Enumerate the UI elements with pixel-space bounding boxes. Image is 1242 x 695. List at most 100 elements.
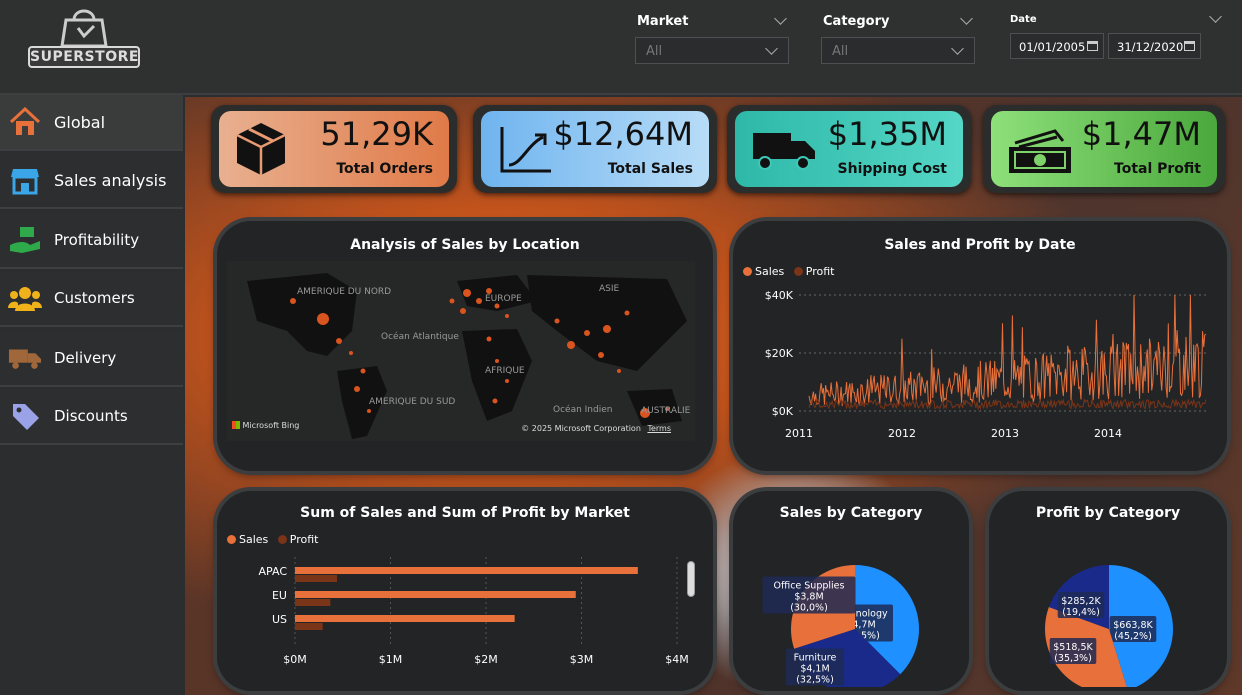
legend-dot-profit bbox=[277, 535, 287, 544]
legend-profit: Profit bbox=[289, 533, 319, 546]
data-label: $4,1M bbox=[800, 664, 829, 675]
end-date-input[interactable]: 31/12/2020 bbox=[1108, 33, 1201, 59]
sidebar-item-label: Global bbox=[54, 112, 106, 132]
profit-bar bbox=[295, 623, 323, 630]
category-label: US bbox=[272, 613, 287, 626]
sales-profit-date-card: Sales and Profit by Date Sales Profit $0… bbox=[733, 221, 1227, 471]
logo-text: SUPERSTORE bbox=[28, 46, 140, 68]
cash-icon bbox=[1007, 127, 1073, 179]
kpi-total-orders: 51,29K Total Orders bbox=[211, 105, 457, 193]
start-date-input[interactable]: 01/01/2005 bbox=[1010, 33, 1104, 59]
market-select[interactable]: All bbox=[635, 37, 789, 64]
truck-icon bbox=[753, 131, 817, 175]
trend-icon bbox=[499, 125, 553, 179]
legend-dot-sales bbox=[743, 267, 752, 276]
x-tick-label: $3M bbox=[570, 653, 594, 666]
calendar-icon[interactable] bbox=[1087, 41, 1098, 51]
card-title: Sales by Category bbox=[779, 505, 923, 521]
kpi-total-profit: $1,47M Total Profit bbox=[983, 105, 1225, 193]
x-tick-label: 2013 bbox=[991, 427, 1019, 440]
map-label: Océan Atlantique bbox=[381, 331, 459, 342]
x-tick-label: 2014 bbox=[1094, 427, 1122, 440]
legend-sales: Sales bbox=[755, 265, 785, 278]
sales-line bbox=[808, 294, 1207, 406]
superstore-logo: SUPERSTORE bbox=[28, 8, 140, 80]
kpi-value: $1,35M bbox=[827, 115, 947, 153]
chevron-down-icon bbox=[765, 42, 778, 55]
sidebar-item-profitability[interactable]: Profitability bbox=[0, 213, 183, 269]
card-title: Sum of Sales and Sum of Profit by Market bbox=[300, 505, 630, 521]
x-tick-label: $1M bbox=[379, 653, 403, 666]
market-select-value: All bbox=[646, 44, 663, 59]
profit-category-pie[interactable]: $663,8K(45,2%) $518,5K(35,3%) $285,2K(19,4… bbox=[989, 527, 1227, 687]
map-copyright: © 2025 Microsoft Corporation Terms bbox=[521, 424, 671, 433]
chevron-down-icon bbox=[951, 42, 964, 55]
sales-category-pie[interactable]: Technology$4,7M(37,5%)Furniture$4,1M(32,… bbox=[733, 527, 969, 687]
map-label: EUROPE bbox=[485, 294, 522, 304]
market-bar-chart[interactable]: $0M $1M $2M $3M $4M APAC EU US bbox=[217, 547, 713, 677]
microsoft-logo-icon bbox=[232, 421, 240, 429]
kpi-value: $12,64M bbox=[553, 115, 693, 153]
market-collapse-icon[interactable] bbox=[774, 12, 787, 25]
scrollbar[interactable] bbox=[687, 561, 695, 597]
kpi-label: Total Orders bbox=[336, 161, 433, 177]
data-label: Furniture bbox=[794, 653, 837, 664]
sidebar-item-label: Sales analysis bbox=[54, 170, 167, 190]
end-date-value: 31/12/2020 bbox=[1117, 40, 1184, 54]
map-label: AUSTRALIE bbox=[641, 406, 691, 416]
data-label: $3,8M bbox=[794, 592, 823, 603]
data-label: $663,8K bbox=[1113, 620, 1153, 631]
sidebar-item-customers[interactable]: Customers bbox=[0, 271, 183, 327]
kpi-shipping-cost: $1,35M Shipping Cost bbox=[727, 105, 971, 193]
card-title: Profit by Category bbox=[1035, 505, 1181, 521]
dashboard-canvas: 51,29K Total Orders $12,64M Total Sales … bbox=[185, 97, 1242, 695]
profit-bar bbox=[295, 599, 331, 606]
people-icon bbox=[8, 281, 42, 315]
data-label: Office Supplies bbox=[774, 581, 845, 592]
x-tick-label: 2011 bbox=[785, 427, 813, 440]
sales-bar bbox=[295, 591, 576, 598]
map-label: AMERIQUE DU NORD bbox=[297, 287, 391, 297]
y-tick-label: $20K bbox=[765, 347, 794, 360]
data-label: (45,2%) bbox=[1114, 631, 1152, 642]
sales-bar bbox=[295, 615, 515, 622]
legend-dot-profit bbox=[793, 267, 803, 276]
market-bar-card: Sum of Sales and Sum of Profit by Market… bbox=[217, 491, 713, 691]
kpi-label: Shipping Cost bbox=[837, 161, 947, 177]
sales-profit-line-chart[interactable]: $0K $20K $40K 2011 2012 2013 2014 bbox=[733, 281, 1227, 451]
card-title: Analysis of Sales by Location bbox=[350, 237, 580, 253]
sales-map[interactable]: AMERIQUE DU NORD EUROPE ASIE Océan Atlan… bbox=[227, 261, 695, 441]
sidebar-item-label: Customers bbox=[54, 289, 135, 307]
category-label: EU bbox=[272, 589, 287, 602]
tag-icon bbox=[8, 399, 42, 433]
calendar-icon[interactable] bbox=[1184, 41, 1195, 51]
sidebar-item-discounts[interactable]: Discounts bbox=[0, 389, 183, 445]
map-card: Analysis of Sales by Location AMERIQUE D… bbox=[217, 221, 713, 471]
market-filter-label: Market bbox=[637, 14, 689, 29]
sidebar-item-delivery[interactable]: Delivery bbox=[0, 331, 183, 387]
sidebar-item-sales-analysis[interactable]: Sales analysis bbox=[0, 153, 183, 209]
date-collapse-icon[interactable] bbox=[1209, 10, 1222, 23]
legend-sales: Sales bbox=[239, 533, 269, 546]
category-select[interactable]: All bbox=[821, 37, 975, 64]
map-label: ASIE bbox=[599, 284, 620, 294]
category-select-value: All bbox=[832, 44, 849, 59]
sales-bar bbox=[295, 567, 638, 574]
sidebar-item-label: Profitability bbox=[54, 231, 140, 249]
sales-category-card: Sales by Category Technology$4,7M(37,5%)… bbox=[733, 491, 969, 691]
legend-profit: Profit bbox=[805, 265, 835, 278]
truck-icon bbox=[8, 341, 42, 375]
world-map-graphic: AMERIQUE DU NORD EUROPE ASIE Océan Atlan… bbox=[227, 261, 695, 441]
store-icon bbox=[8, 163, 42, 197]
category-label: APAC bbox=[259, 565, 288, 578]
data-label: $518,5K bbox=[1053, 642, 1093, 653]
x-tick-label: 2012 bbox=[888, 427, 916, 440]
box-icon bbox=[233, 119, 289, 181]
data-label: $285,2K bbox=[1061, 596, 1101, 607]
sidebar-item-label: Discounts bbox=[54, 407, 128, 425]
kpi-total-sales: $12,64M Total Sales bbox=[473, 105, 717, 193]
start-date-value: 01/01/2005 bbox=[1019, 40, 1086, 54]
terms-link[interactable]: Terms bbox=[647, 424, 671, 433]
sidebar-item-global[interactable]: Global bbox=[0, 95, 183, 151]
category-collapse-icon[interactable] bbox=[960, 12, 973, 25]
